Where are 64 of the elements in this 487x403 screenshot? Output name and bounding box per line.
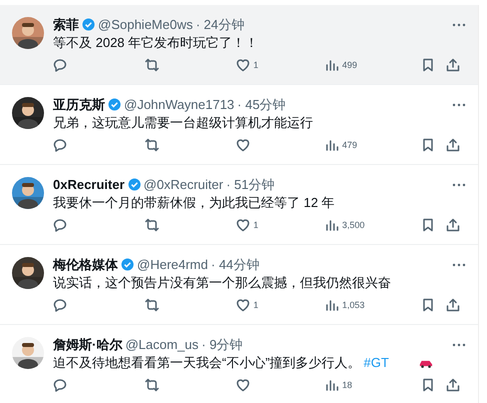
share-icon[interactable] xyxy=(446,58,460,72)
like-icon[interactable] xyxy=(236,378,250,392)
tweet-text: 兄弟，这玩意儿需要一台超级计算机才能运行 xyxy=(53,114,313,132)
user-name: 索菲 xyxy=(53,16,79,34)
user-handle[interactable]: @0xRecruiter xyxy=(144,177,224,192)
like-icon[interactable] xyxy=(236,298,250,312)
post-time: · 45分钟 xyxy=(237,96,286,114)
views-icon[interactable] xyxy=(325,138,340,152)
user-name: 詹姆斯·哈尔 xyxy=(53,336,122,354)
view-count: 499 xyxy=(342,60,358,70)
bookmark-icon[interactable] xyxy=(420,138,435,152)
more-icon[interactable] xyxy=(452,342,466,346)
more-icon[interactable] xyxy=(452,102,466,106)
repost-icon[interactable] xyxy=(144,58,159,72)
view-count: 18 xyxy=(342,380,352,390)
reply-icon[interactable] xyxy=(53,378,67,392)
views-icon[interactable] xyxy=(325,218,340,232)
more-icon[interactable] xyxy=(452,262,466,266)
share-icon[interactable] xyxy=(446,298,460,312)
repost-icon[interactable] xyxy=(144,218,159,232)
user-name: 0xRecruiter xyxy=(53,177,125,192)
post-time: · 24分钟 xyxy=(196,16,244,34)
like-count: 1 xyxy=(253,60,258,70)
tweet-card[interactable]: 索菲 @SophieMe0ws · 24分钟 等不及 2028 年它发布时玩它了！！ 1 499 xyxy=(0,5,478,85)
post-time: · 44分钟 xyxy=(211,256,260,274)
reply-icon[interactable] xyxy=(53,138,67,152)
user-handle[interactable]: @Here4rmd xyxy=(137,257,208,272)
user-name: 梅伦格媒体 xyxy=(53,256,118,274)
user-handle[interactable]: @JohnWayne1713 xyxy=(124,97,234,112)
like-icon[interactable] xyxy=(236,138,250,152)
view-count: 3,500 xyxy=(342,220,365,230)
repost-icon[interactable] xyxy=(144,298,159,312)
like-icon[interactable] xyxy=(236,218,250,232)
like-icon[interactable] xyxy=(236,58,250,72)
post-time: · 51分钟 xyxy=(226,176,275,194)
reply-icon[interactable] xyxy=(53,298,67,312)
bookmark-icon[interactable] xyxy=(420,378,435,392)
view-count: 479 xyxy=(342,140,358,150)
views-icon[interactable] xyxy=(325,58,340,72)
bookmark-icon[interactable] xyxy=(420,298,435,312)
bookmark-icon[interactable] xyxy=(420,218,435,232)
repost-icon[interactable] xyxy=(144,378,159,392)
tweet-text: 等不及 2028 年它发布时玩它了！！ xyxy=(53,34,258,52)
views-icon[interactable] xyxy=(325,298,340,312)
more-icon[interactable] xyxy=(452,182,466,186)
user-handle[interactable]: @SophieMe0ws xyxy=(98,17,193,32)
view-count: 1,053 xyxy=(342,300,365,310)
reply-icon[interactable] xyxy=(53,58,67,72)
tweet-text: 迫不及待地想看看第一天我会“不小心”撞到多少行人。 xyxy=(53,354,361,372)
like-count: 1 xyxy=(253,300,258,310)
views-icon[interactable] xyxy=(325,378,340,392)
reply-icon[interactable] xyxy=(53,218,67,232)
share-icon[interactable] xyxy=(446,218,460,232)
like-count: 1 xyxy=(253,220,258,230)
tweet-text: 说实话，这个预告片没有第一个那么震撼，但我仍然很兴奋 xyxy=(53,274,391,292)
share-icon[interactable] xyxy=(446,378,460,392)
bookmark-icon[interactable] xyxy=(420,58,435,72)
more-icon[interactable] xyxy=(452,22,466,26)
tweet-text: 我要休一个月的带薪休假，为此我已经等了 12 年 xyxy=(53,194,335,212)
user-name: 亚历克斯 xyxy=(53,96,105,114)
repost-icon[interactable] xyxy=(144,138,159,152)
post-time: · 9分钟 xyxy=(202,336,243,354)
user-handle[interactable]: @Lacom_us xyxy=(125,337,199,352)
share-icon[interactable] xyxy=(446,138,460,152)
